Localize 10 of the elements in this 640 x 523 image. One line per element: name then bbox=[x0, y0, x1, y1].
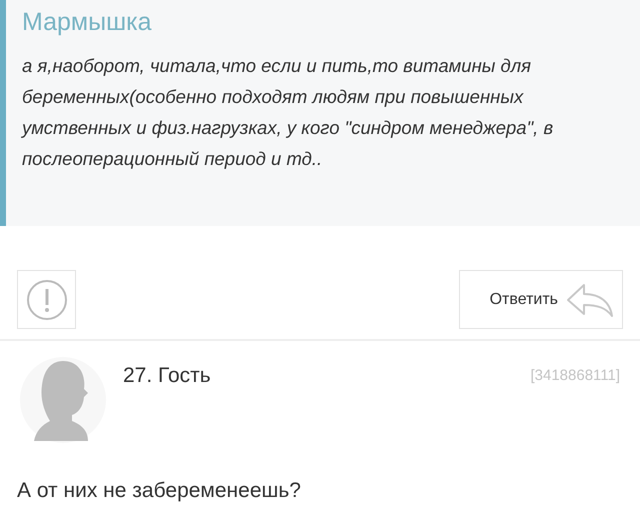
avatar-silhouette-icon bbox=[20, 355, 106, 445]
comment-text: А от них не забеременеешь? bbox=[16, 478, 302, 504]
exclamation-icon bbox=[26, 278, 68, 320]
quote-author: Мармышка bbox=[22, 7, 153, 38]
reply-button[interactable]: Ответить bbox=[459, 270, 623, 329]
comment-author: 27. Гость bbox=[123, 363, 211, 389]
report-button[interactable] bbox=[17, 270, 76, 329]
quote-text: а я,наоборот, читала,что если и пить,то витамины для беременных(особенно подходят людям при повышенных умственных и физ.нагрузках, у кого "синдром менеджера", в послеоперационный период и тд.. bbox=[22, 54, 554, 171]
comment-id: [3418868111] bbox=[530, 366, 620, 386]
reply-arrow-icon bbox=[566, 282, 614, 318]
